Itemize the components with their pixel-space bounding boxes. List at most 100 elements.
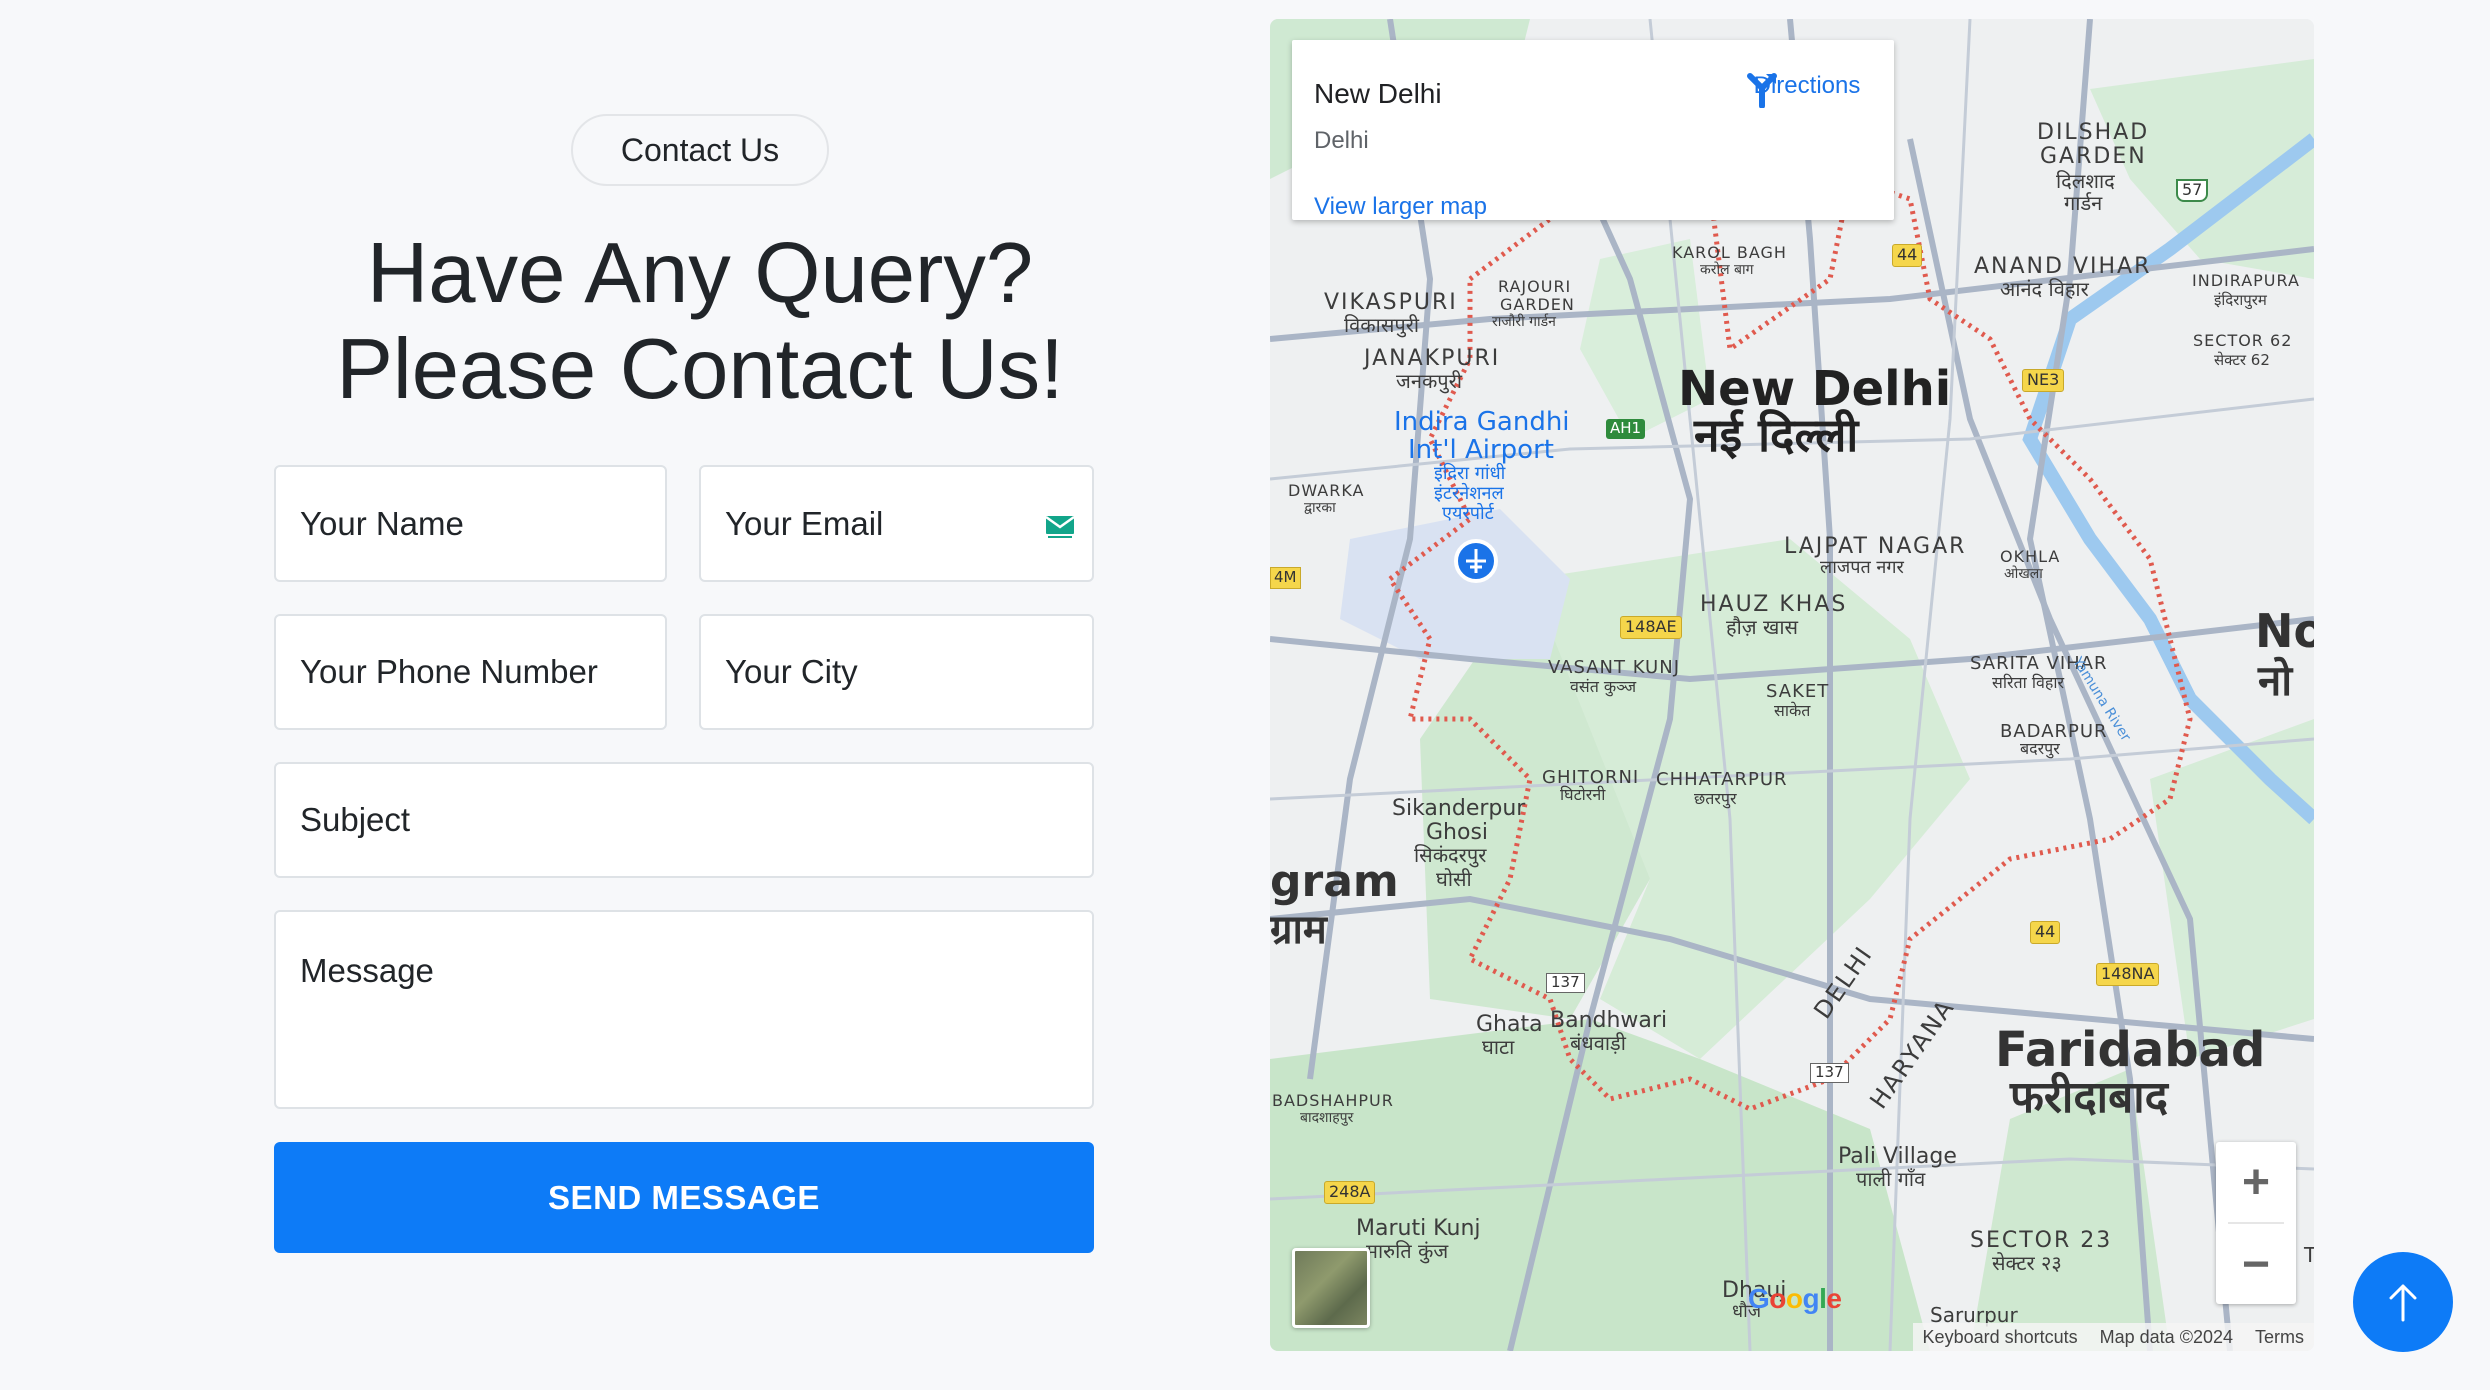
heading-line-2: Please Contact Us! bbox=[336, 322, 1064, 417]
label-rajouri-hindi: राजौरी गार्डन bbox=[1492, 314, 1556, 330]
label-chhatarpur: CHHATARPUR bbox=[1656, 769, 1788, 790]
shield-57: 57 bbox=[2176, 179, 2209, 202]
phone-placeholder: Your Phone Number bbox=[300, 653, 598, 690]
keyboard-shortcuts-link[interactable]: Keyboard shortcuts bbox=[1923, 1327, 2078, 1348]
label-pali-village-hindi: पाली गाँव bbox=[1856, 1167, 1926, 1191]
place-info-card: New Delhi Delhi View larger map Directio… bbox=[1292, 40, 1894, 220]
shield-148ae: 148AE bbox=[1620, 616, 1682, 639]
label-sector-23-hindi: सेक्टर २३ bbox=[1992, 1251, 2062, 1275]
terms-link[interactable]: Terms bbox=[2255, 1327, 2304, 1348]
label-ghosi: Ghosi bbox=[1426, 820, 1489, 845]
name-input[interactable]: Your Name bbox=[274, 465, 667, 582]
satellite-toggle[interactable] bbox=[1292, 1248, 1370, 1328]
label-sikanderpur: Sikanderpur bbox=[1392, 796, 1526, 821]
label-lajpat-nagar-hindi: लाजपत नगर bbox=[1820, 557, 1904, 578]
shield-nh44-top: 44 bbox=[1892, 244, 1923, 267]
name-placeholder: Your Name bbox=[300, 504, 464, 542]
label-vikaspuri: VIKASPURI bbox=[1324, 290, 1458, 315]
label-dwarka: DWARKA bbox=[1288, 481, 1365, 500]
label-saket-hindi: साकेत bbox=[1774, 701, 1811, 720]
label-dwarka-hindi: द्वारका bbox=[1304, 500, 1336, 516]
label-noida: No bbox=[2255, 604, 2314, 658]
label-ghosi-hindi: घोसी bbox=[1436, 867, 1472, 891]
subject-input[interactable]: Subject bbox=[274, 762, 1094, 878]
directions-button[interactable]: Directions bbox=[1742, 68, 1872, 108]
label-badarpur-hindi: बदरपुर bbox=[2020, 739, 2060, 758]
contact-heading: Have Any Query? Please Contact Us! bbox=[200, 226, 1200, 418]
label-dilshad-hindi: दिलशाद bbox=[2056, 169, 2115, 193]
label-ghata: Ghata bbox=[1476, 1012, 1543, 1037]
label-maruti-kunj-hindi: मारुति कुंज bbox=[1366, 1239, 1449, 1263]
city-placeholder: Your City bbox=[725, 653, 858, 690]
zoom-out-button[interactable]: − bbox=[2216, 1224, 2296, 1304]
email-input[interactable]: Your Email bbox=[699, 465, 1094, 582]
message-textarea[interactable]: Message bbox=[274, 910, 1094, 1109]
send-message-button[interactable]: SEND MESSAGE bbox=[274, 1142, 1094, 1253]
arrow-up-icon bbox=[2389, 1284, 2417, 1322]
label-airport-hindi-2: इंटरनेशनल bbox=[1434, 483, 1504, 504]
label-anand-vihar: ANAND VIHAR bbox=[1974, 254, 2152, 279]
label-okhla-hindi: ओखला bbox=[2004, 566, 2043, 582]
label-bandhwari-hindi: बंधवाड़ी bbox=[1570, 1031, 1626, 1055]
label-rajouri-garden: GARDEN bbox=[1500, 295, 1575, 314]
label-karol-bagh: KAROL BAGH bbox=[1672, 243, 1787, 262]
label-indirapura-hindi: इंदिरापुरम bbox=[2214, 291, 2267, 309]
label-noida-hindi: नो bbox=[2258, 656, 2293, 705]
shield-nh44-bottom: 44 bbox=[2030, 921, 2061, 944]
label-sarita-vihar-hindi: सरिता विहार bbox=[1992, 673, 2065, 692]
label-saket: SAKET bbox=[1766, 681, 1830, 702]
shield-4m: 4M bbox=[1270, 567, 1301, 589]
subject-placeholder: Subject bbox=[300, 801, 411, 838]
label-new-delhi-hindi: नई दिल्ली bbox=[1694, 408, 1859, 462]
zoom-controls: + − bbox=[2216, 1142, 2296, 1304]
label-new-delhi: New Delhi bbox=[1678, 361, 1952, 417]
label-airport-2: Int'l Airport bbox=[1408, 435, 1554, 465]
label-pali-village: Pali Village bbox=[1838, 1144, 1957, 1169]
label-badshahpur: BADSHAHPUR bbox=[1272, 1091, 1394, 1110]
label-edge-t: T bbox=[2304, 1243, 2314, 1267]
label-sikanderpur-hindi: सिकंदरपुर bbox=[1414, 843, 1487, 867]
scroll-to-top-button[interactable] bbox=[2353, 1252, 2453, 1352]
email-placeholder: Your Email bbox=[725, 504, 884, 542]
directions-icon bbox=[1747, 73, 1777, 108]
label-karol-bagh-hindi: करोल बाग bbox=[1700, 262, 1754, 278]
mail-icon[interactable] bbox=[1044, 513, 1076, 541]
label-maruti-kunj: Maruti Kunj bbox=[1356, 1216, 1481, 1241]
view-larger-map-link[interactable]: View larger map bbox=[1314, 193, 1487, 221]
label-gurugram-hindi: ग्राम bbox=[1270, 907, 1327, 953]
label-indirapura: INDIRAPURA bbox=[2192, 271, 2300, 290]
label-hauz-khas: HAUZ KHAS bbox=[1700, 592, 1848, 617]
label-sector-62-hindi: सेक्टर 62 bbox=[2214, 351, 2270, 369]
label-dilshad: DILSHAD bbox=[2037, 120, 2150, 145]
label-rajouri: RAJOURI bbox=[1498, 277, 1572, 296]
label-airport-hindi-1: इंदिरा गांधी bbox=[1434, 463, 1506, 484]
label-ghata-hindi: घाटा bbox=[1482, 1035, 1515, 1059]
message-placeholder: Message bbox=[300, 952, 434, 989]
label-ghitorni-hindi: घिटोरनी bbox=[1560, 785, 1606, 804]
label-lajpat-nagar: LAJPAT NAGAR bbox=[1784, 534, 1967, 559]
label-vikaspuri-hindi: विकासपुरी bbox=[1344, 313, 1420, 337]
label-faridabad-hindi: फरीदाबाद bbox=[2010, 1072, 2168, 1123]
label-vasant-kunj-hindi: वसंत कुञ्ज bbox=[1570, 677, 1637, 696]
label-dilshad-garden: GARDEN bbox=[2040, 144, 2147, 169]
shield-ne3: NE3 bbox=[2022, 369, 2065, 392]
label-airport-1: Indira Gandhi bbox=[1394, 407, 1570, 437]
label-airport-hindi-3: एयरपोर्ट bbox=[1442, 503, 1494, 524]
map-data-label: Map data ©2024 bbox=[2099, 1326, 2233, 1347]
phone-input[interactable]: Your Phone Number bbox=[274, 614, 667, 730]
shield-137a: 137 bbox=[1546, 973, 1585, 993]
city-input[interactable]: Your City bbox=[699, 614, 1094, 730]
label-bandhwari: Bandhwari bbox=[1550, 1008, 1668, 1033]
heading-line-1: Have Any Query? bbox=[366, 226, 1034, 321]
label-garden-hindi: गार्डन bbox=[2064, 191, 2103, 215]
shield-137b: 137 bbox=[1810, 1063, 1849, 1083]
contact-us-badge: Contact Us bbox=[571, 114, 829, 186]
label-sector-23: SECTOR 23 bbox=[1970, 1228, 2113, 1253]
label-sector-62: SECTOR 62 bbox=[2193, 331, 2293, 350]
zoom-in-button[interactable]: + bbox=[2216, 1142, 2296, 1222]
google-logo: Google bbox=[1748, 1283, 1842, 1314]
google-map[interactable]: New Delhi नई दिल्ली Faridabad फरीदाबाद g… bbox=[1270, 19, 2314, 1351]
label-janakpuri: JANAKPURI bbox=[1364, 346, 1501, 371]
shield-ah1: AH1 bbox=[1606, 419, 1646, 439]
shield-148na: 148NA bbox=[2096, 963, 2160, 986]
